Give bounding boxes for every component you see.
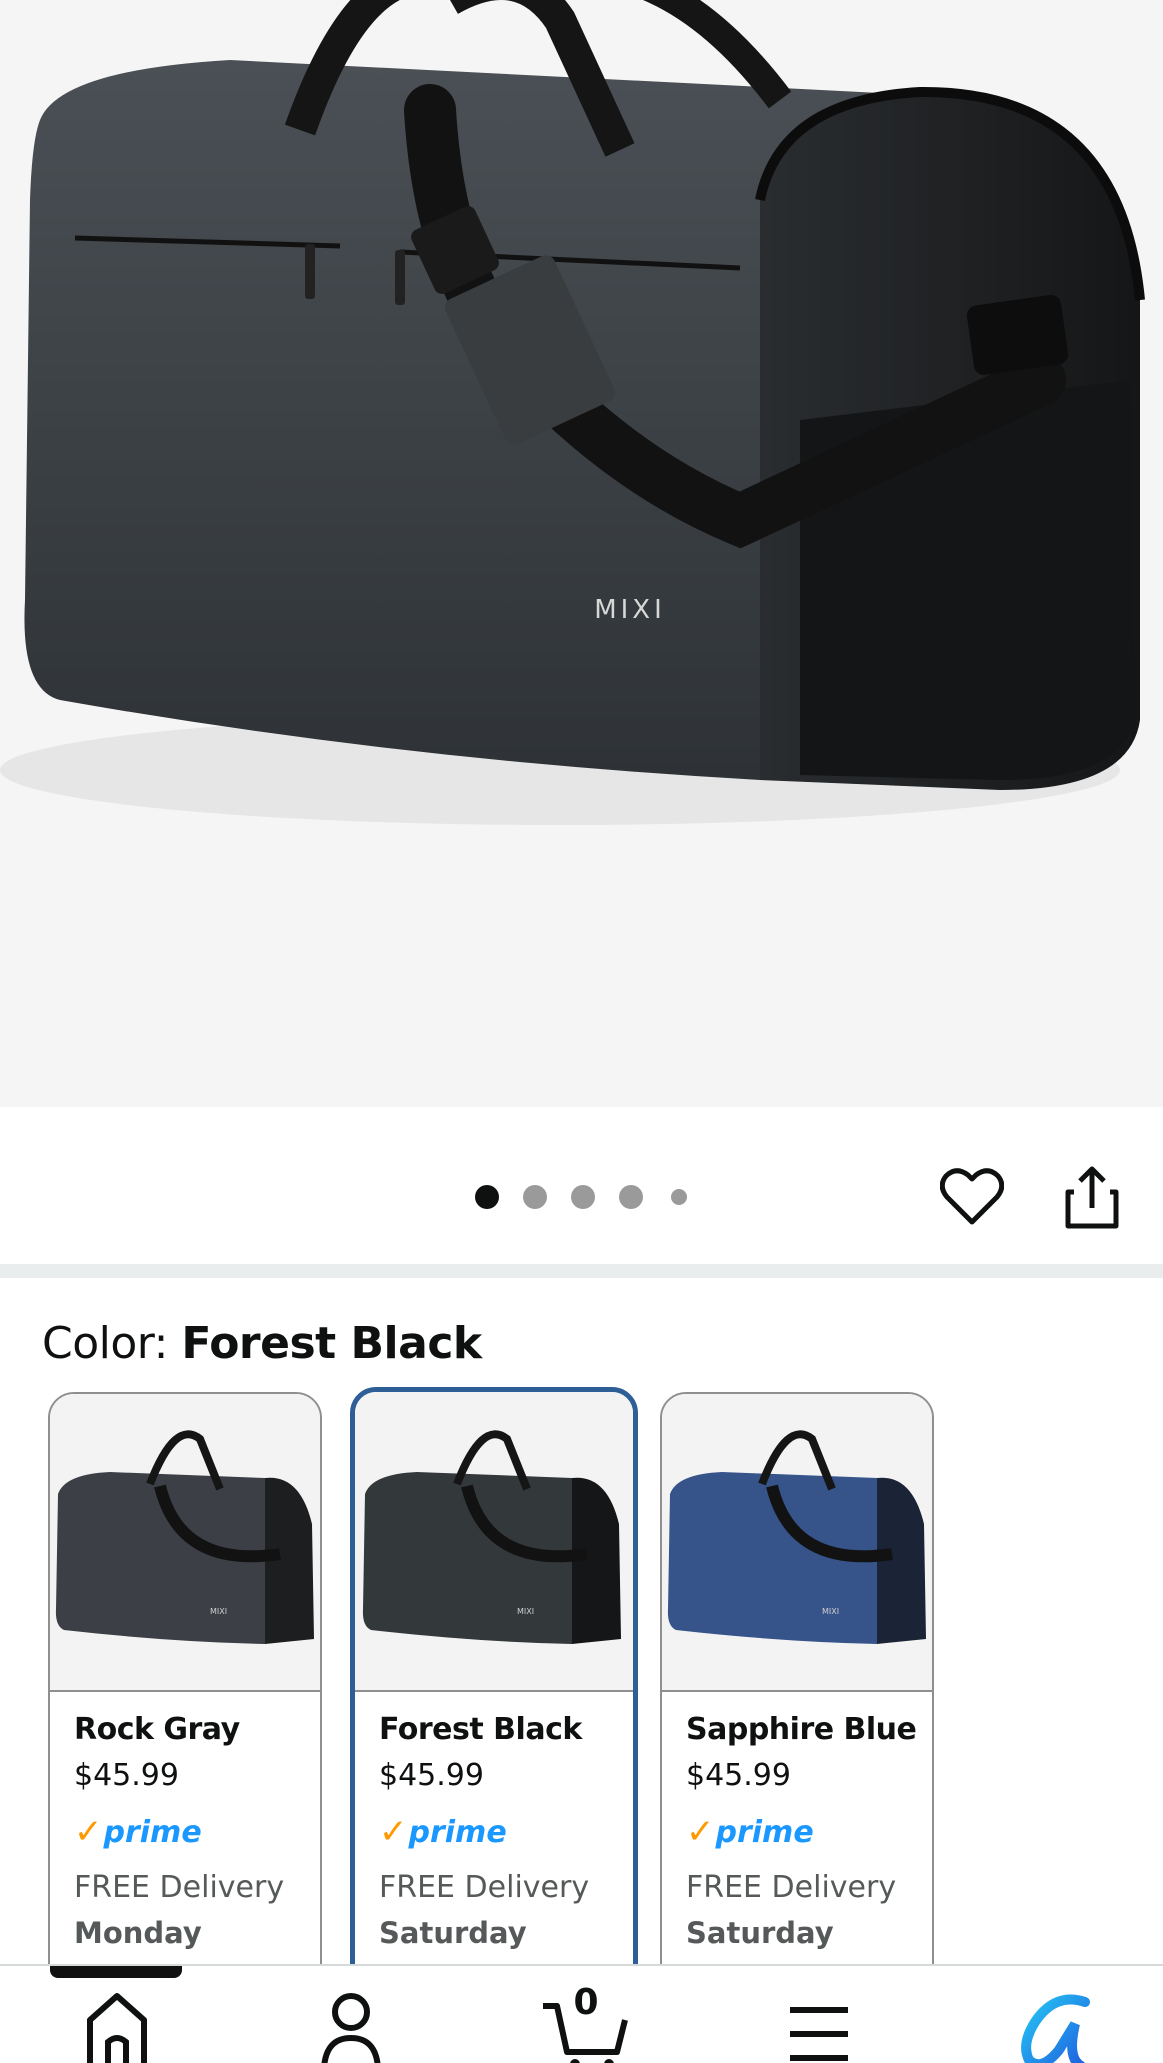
nav-cart[interactable]: 0 (538, 1982, 634, 2063)
heart-icon (940, 1168, 1004, 1225)
rufus-icon (1021, 1994, 1090, 2063)
nav-account[interactable] (306, 1988, 396, 2063)
account-icon (321, 1993, 381, 2063)
color-option-price: $45.99 (686, 1758, 791, 1793)
home-icon (87, 1993, 147, 2063)
section-divider (0, 1264, 1163, 1278)
nav-rufus-assistant[interactable] (1010, 1988, 1100, 2063)
prime-badge: ✓ prime (379, 1812, 623, 1852)
delivery-text: FREE Delivery (379, 1870, 590, 1905)
prime-check-icon: ✓ (686, 1812, 715, 1852)
nav-active-indicator (50, 1966, 182, 1978)
selected-color-name: Forest Black (181, 1318, 482, 1369)
thumbnail-logo: MIXI (822, 1607, 839, 1616)
brand-logo: MIXI (594, 595, 666, 625)
delivery-text: FREE Delivery (74, 1870, 285, 1905)
thumbnail-logo: MIXI (210, 1607, 227, 1616)
delivery-day: Saturday (686, 1916, 834, 1950)
color-option-name: Sapphire Blue (686, 1712, 917, 1747)
color-label-prefix: Color: (42, 1318, 182, 1369)
swatch-thumbnail: MIXI (662, 1394, 932, 1692)
delivery-day: Saturday (379, 1916, 527, 1950)
bag-thumbnail-image: MIXI (667, 1430, 926, 1644)
bag-thumbnail-image: MIXI (362, 1430, 621, 1644)
color-selector-label: Color: Forest Black (42, 1318, 482, 1369)
swatch-thumbnail: MIXI (50, 1394, 320, 1692)
bottom-navigation-bar: 0 (0, 1964, 1163, 2063)
prime-badge: ✓ prime (686, 1812, 922, 1852)
color-option-name: Rock Gray (74, 1712, 240, 1747)
product-image[interactable]: MIXI (0, 0, 1163, 1107)
bag-thumbnail-image: MIXI (55, 1430, 314, 1644)
carousel-dot-1[interactable] (475, 1185, 499, 1209)
color-option-name: Forest Black (379, 1712, 582, 1747)
color-option-sapphire-blue[interactable]: MIXI Sapphire Blue $45.99 ✓ prime FREE De… (660, 1392, 934, 1992)
menu-icon (790, 2007, 848, 2061)
carousel-dot-4[interactable] (619, 1185, 643, 1209)
color-option-price: $45.99 (74, 1758, 179, 1793)
thumbnail-logo: MIXI (517, 1607, 534, 1616)
delivery-day: Monday (74, 1916, 202, 1950)
prime-check-icon: ✓ (379, 1812, 408, 1852)
favorite-button[interactable] (937, 1162, 1007, 1232)
carousel-dot-3[interactable] (571, 1185, 595, 1209)
color-option-forest-black[interactable]: MIXI Forest Black $45.99 ✓ prime FREE Del… (350, 1387, 638, 1997)
color-option-price: $45.99 (379, 1758, 484, 1793)
duffel-bag-photo: MIXI (0, 0, 1145, 825)
carousel-dot-5[interactable] (671, 1189, 687, 1205)
cart-count-badge: 0 (573, 1982, 599, 2023)
share-button[interactable] (1057, 1162, 1127, 1232)
carousel-dots[interactable] (475, 1185, 687, 1209)
prime-check-icon: ✓ (74, 1812, 103, 1852)
prime-label: prime (103, 1814, 202, 1850)
nav-home[interactable] (72, 1988, 162, 2063)
nav-menu[interactable] (774, 1988, 864, 2063)
share-icon (1065, 1166, 1119, 1229)
carousel-dot-2[interactable] (523, 1185, 547, 1209)
delivery-text: FREE Delivery (686, 1870, 897, 1905)
prime-label: prime (408, 1814, 507, 1850)
prime-label: prime (715, 1814, 814, 1850)
swatch-thumbnail: MIXI (355, 1392, 633, 1692)
color-option-rock-gray[interactable]: MIXI Rock Gray $45.99 ✓ prime FREE Delive… (48, 1392, 322, 1992)
prime-badge: ✓ prime (74, 1812, 310, 1852)
